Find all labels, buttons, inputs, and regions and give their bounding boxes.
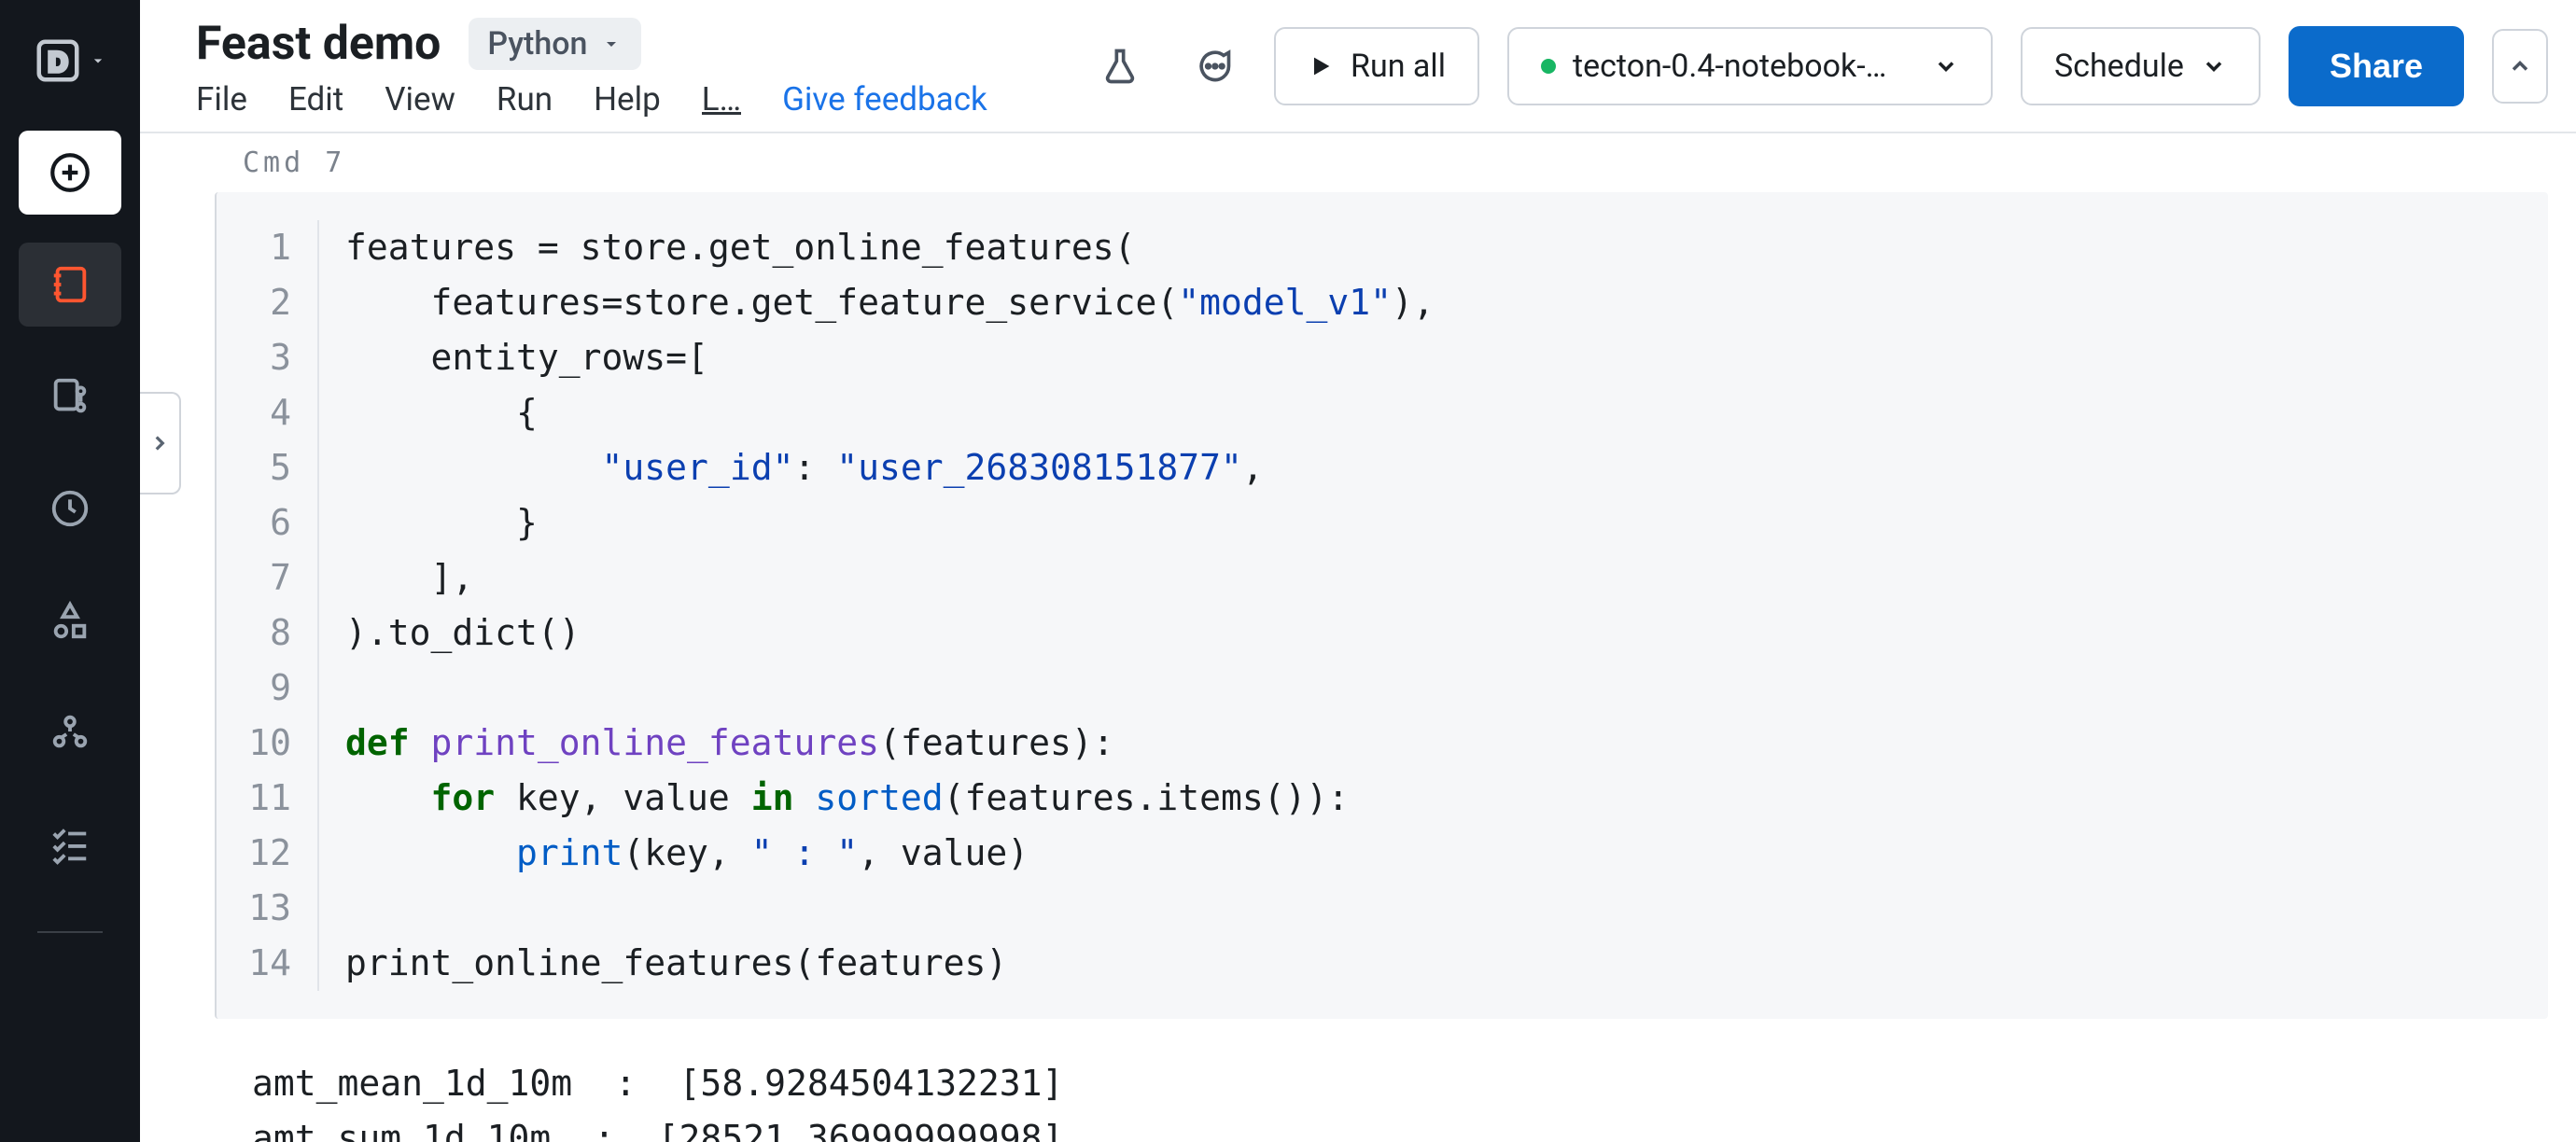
line-number: 13 [217,881,291,936]
language-label: Python [487,25,587,63]
svg-text:D: D [48,48,67,77]
chevron-down-icon [600,33,623,55]
main-area: Feast demo Python File Edit View Run Hel… [140,0,2576,1142]
line-number-gutter: 1234567891011121314 [217,220,319,991]
chevron-right-icon [147,431,172,455]
cluster-status-dot [1541,59,1556,74]
give-feedback-link[interactable]: Give feedback [782,80,987,118]
plus-circle-icon [47,149,93,196]
line-number: 6 [217,495,291,550]
sidebar-experiments-button[interactable] [19,578,121,662]
share-label: Share [2330,47,2423,85]
code-cell[interactable]: 1234567891011121314 features = store.get… [215,192,2548,1019]
sidebar-history-button[interactable] [19,467,121,550]
workspace-logo[interactable]: D [19,19,121,103]
line-number: 2 [217,275,291,330]
sidebar-add-button[interactable] [19,131,121,215]
menu-edit[interactable]: Edit [288,80,343,118]
line-number: 9 [217,661,291,716]
schedule-button[interactable]: Schedule [2021,27,2261,105]
cluster-icon [49,711,91,754]
comments-icon-button[interactable] [1181,34,1246,99]
sidebar-divider [37,931,103,933]
schedule-label: Schedule [2054,48,2184,85]
chevron-up-icon [2507,53,2533,79]
code-editor-content[interactable]: features = store.get_online_features( fe… [319,220,1435,991]
menu-file[interactable]: File [196,80,247,118]
header-more-toggle[interactable] [2492,29,2548,104]
cell-output: amt_mean_1d_10m : [58.9284504132231] amt… [252,1056,2548,1142]
line-number: 3 [217,330,291,385]
sidebar-tasks-button[interactable] [19,802,121,886]
flask-icon [1099,46,1141,87]
share-button[interactable]: Share [2289,26,2464,106]
line-number: 4 [217,385,291,440]
checklist-icon [49,823,91,866]
play-icon [1308,53,1334,79]
left-sidebar: D [0,0,140,1142]
notebook-title[interactable]: Feast demo [196,17,441,71]
line-number: 10 [217,716,291,771]
sidebar-repos-button[interactable] [19,355,121,439]
line-number: 11 [217,771,291,826]
cell-command-label: Cmd 7 [140,133,2576,192]
chevron-down-icon [1933,53,1959,79]
notebook-icon [49,263,91,306]
run-all-label: Run all [1351,48,1446,85]
shapes-icon [49,599,91,642]
line-number: 5 [217,440,291,495]
line-number: 7 [217,550,291,606]
run-all-button[interactable]: Run all [1274,27,1479,105]
line-number: 8 [217,606,291,661]
line-number: 12 [217,826,291,881]
menu-truncated[interactable]: L… [702,80,741,118]
sidebar-cluster-button[interactable] [19,690,121,774]
chevron-down-icon [89,51,107,70]
chevron-down-icon [2201,53,2227,79]
line-number: 14 [217,936,291,991]
sidebar-notebook-button[interactable] [19,243,121,327]
cluster-selector[interactable]: tecton-0.4-notebook-… [1507,27,1993,105]
menu-view[interactable]: View [385,80,455,118]
clock-icon [49,487,91,530]
notebook-body: Cmd 7 1234567891011121314 features = sto… [140,133,2576,1142]
branch-icon [49,375,91,418]
language-selector[interactable]: Python [469,18,641,70]
notebook-header: Feast demo Python File Edit View Run Hel… [140,0,2576,133]
cluster-name: tecton-0.4-notebook-… [1573,48,1886,85]
comment-icon [1193,46,1234,87]
menu-help[interactable]: Help [594,80,661,118]
experiments-icon-button[interactable] [1087,34,1153,99]
sidebar-expand-handle[interactable] [140,392,181,494]
menu-run[interactable]: Run [497,80,553,118]
line-number: 1 [217,220,291,275]
